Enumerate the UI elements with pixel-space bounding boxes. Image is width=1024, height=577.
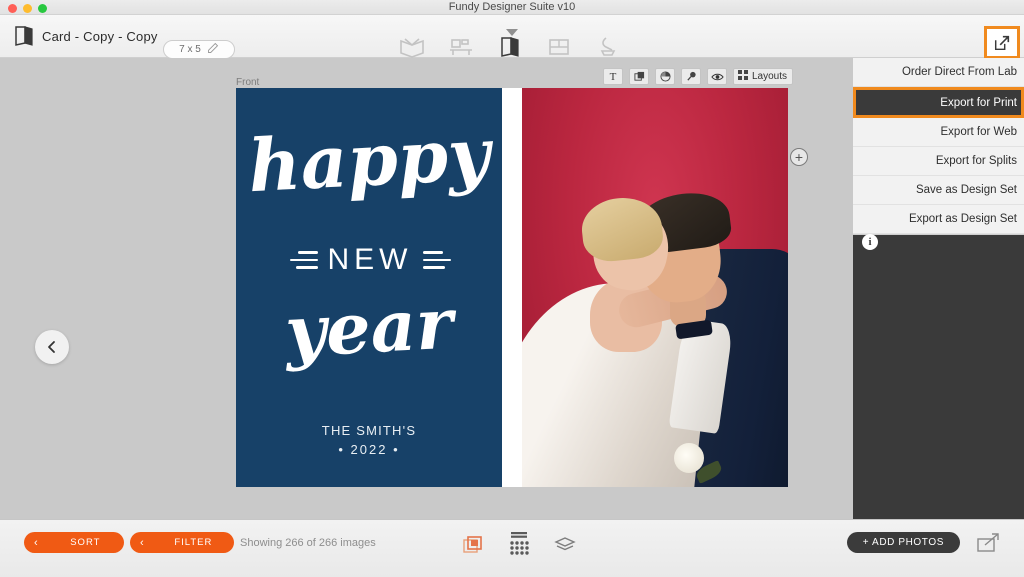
menu-item-export-for-print[interactable]: Export for Print: [853, 87, 1024, 118]
right-panel: Order Direct From Lab Export for Print E…: [853, 58, 1024, 519]
album-icon[interactable]: [398, 33, 425, 60]
canvas-area: Front T Layouts happy NEW year THE SMITH…: [0, 58, 853, 519]
active-product-caret: [506, 29, 518, 36]
card-line-3: year: [283, 281, 455, 374]
rays-left-icon: [288, 251, 318, 269]
card-signature-year: • 2022 •: [338, 442, 400, 457]
wall-art-icon[interactable]: [447, 33, 474, 60]
layers-stack-icon[interactable]: [552, 530, 578, 560]
menu-item-label: Export for Splits: [935, 155, 1017, 167]
card-front-panel[interactable]: happy NEW year THE SMITH'S • 2022 •: [236, 88, 502, 487]
text-tool-button[interactable]: T: [603, 68, 623, 85]
app-title: Fundy Designer Suite v10: [448, 1, 576, 13]
bottom-bar: ‹ SORT ‹ FILTER Showing 266 of 266 image…: [0, 519, 1024, 577]
menu-item-save-as-design-set[interactable]: Save as Design Set: [853, 176, 1024, 205]
layout-grid-icon[interactable]: [545, 33, 572, 60]
card-line-1: happy: [246, 110, 492, 209]
filter-button[interactable]: ‹ FILTER: [130, 532, 234, 553]
plus-circle-icon[interactable]: +: [790, 148, 808, 166]
document-size-chip[interactable]: 7 x 5: [163, 40, 235, 59]
export-dropdown-menu: Order Direct From Lab Export for Print E…: [853, 58, 1024, 235]
status-text: Showing 266 of 266 images: [240, 537, 376, 549]
application-window: Fundy Designer Suite v10 Card - Copy - C…: [0, 0, 1024, 577]
document-name[interactable]: Card - Copy - Copy: [42, 29, 158, 44]
card-spread[interactable]: happy NEW year THE SMITH'S • 2022 •: [236, 88, 788, 487]
card-signature: THE SMITH'S • 2022 •: [236, 423, 502, 457]
press-printing-icon[interactable]: [594, 33, 621, 60]
card-tools-bar: T Layouts: [603, 68, 794, 85]
title-bar: Fundy Designer Suite v10: [0, 0, 1024, 15]
pencil-icon[interactable]: [207, 41, 219, 59]
card-photo-panel[interactable]: [522, 88, 788, 487]
photo-boutonniere-rose: [674, 443, 704, 473]
menu-item-label: Save as Design Set: [915, 184, 1017, 196]
card-line-2: NEW: [327, 243, 413, 276]
info-icon[interactable]: i: [862, 234, 878, 250]
chevron-left-icon: [48, 341, 55, 353]
add-photos-button[interactable]: + ADD PHOTOS: [846, 532, 960, 553]
sort-button[interactable]: ‹ SORT: [24, 532, 124, 553]
view-mode-icons: [460, 530, 578, 560]
menu-item-export-for-web[interactable]: Export for Web: [853, 118, 1024, 147]
card-icon[interactable]: [496, 33, 523, 60]
expand-export-icon[interactable]: [976, 532, 1002, 554]
filter-label: FILTER: [174, 537, 213, 548]
dot-grid-icon[interactable]: [506, 530, 532, 560]
product-type-nav: [398, 33, 621, 60]
grid-icon: [738, 70, 748, 83]
export-share-icon[interactable]: [984, 26, 1020, 59]
layouts-button[interactable]: Layouts: [733, 68, 794, 85]
spread-gutter: [502, 88, 522, 487]
sort-label: SORT: [70, 537, 101, 548]
layouts-label: Layouts: [752, 71, 788, 82]
document-size-value: 7 x 5: [179, 44, 201, 55]
prev-spread-button[interactable]: [35, 330, 69, 364]
spread-side-label: Front: [236, 77, 260, 88]
menu-item-order-direct-from-lab[interactable]: Order Direct From Lab: [853, 58, 1024, 87]
menu-item-label: Export for Print: [940, 96, 1017, 109]
card-document-icon: [12, 24, 36, 48]
card-line-2-row: NEW: [236, 243, 502, 277]
photo-stack-icon[interactable]: [460, 530, 486, 560]
preview-eye-tool-button[interactable]: [707, 68, 727, 85]
chevron-left-icon: ‹: [140, 536, 145, 549]
pin-tool-button[interactable]: [681, 68, 701, 85]
menu-item-export-for-splits[interactable]: Export for Splits: [853, 147, 1024, 176]
menu-item-export-as-design-set[interactable]: Export as Design Set: [853, 205, 1024, 234]
menu-item-label: Export for Web: [940, 126, 1018, 138]
menu-item-label: Export as Design Set: [908, 213, 1017, 225]
card-signature-name: THE SMITH'S: [321, 423, 417, 438]
rays-right-icon: [422, 251, 451, 269]
main-toolbar: Card - Copy - Copy 7 x 5: [0, 15, 1024, 60]
color-tool-button[interactable]: [655, 68, 675, 85]
menu-item-label: Order Direct From Lab: [901, 66, 1017, 78]
chevron-left-icon: ‹: [34, 536, 39, 549]
layers-tool-button[interactable]: [629, 68, 649, 85]
